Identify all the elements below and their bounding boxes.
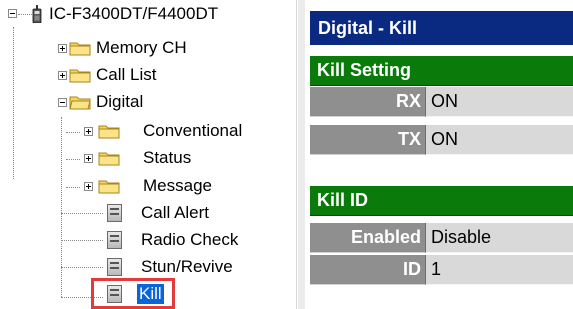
tree-connector-line [13,27,14,179]
property-label: RX [310,87,426,117]
rx-value-field[interactable]: ON [426,87,573,117]
navigation-tree[interactable]: IC-F3400DT/F4400DT Memory CH Call List D… [0,0,297,309]
tree-item-call-alert[interactable]: Call Alert [139,202,211,224]
tree-item-message[interactable]: Message [141,175,214,197]
folder-icon [69,69,91,83]
folder-icon [98,180,120,194]
tree-connector-line [18,14,32,15]
setting-page-icon [107,231,122,249]
tree-connector-line [61,267,103,268]
panel-title: Digital - Kill [310,11,573,45]
tree-item-label: Conventional [143,121,243,140]
property-label: ID [310,255,426,285]
tx-value-field[interactable]: ON [426,125,573,155]
id-value-field[interactable]: 1 [426,255,573,285]
setting-page-icon [107,258,122,276]
expand-toggle-icon[interactable] [84,154,93,163]
property-label: TX [310,125,426,155]
folder-icon [98,125,120,139]
property-panel: Digital - Kill Kill Setting RX ON TX ON … [305,0,573,309]
property-label: Enabled [310,223,426,253]
radio-device-icon [32,5,42,23]
tree-connector-line [61,240,103,241]
tree-item-conventional[interactable]: Conventional [141,120,244,142]
tree-root-node[interactable]: IC-F3400DT/F4400DT [47,3,220,25]
tree-item-label: Radio Check [141,230,239,249]
tree-item-digital[interactable]: Digital [94,91,145,113]
tree-connector-line [66,187,80,188]
tree-connector-line [61,117,62,297]
section-header-kill-id: Kill ID [310,186,573,216]
expand-toggle-icon[interactable] [84,127,93,136]
tree-item-label: Stun/Revive [141,257,233,276]
tree-connector-line [66,159,80,160]
expand-toggle-icon[interactable] [84,182,93,191]
tree-item-label: Digital [96,92,144,111]
tree-item-stun-revive[interactable]: Stun/Revive [139,256,235,278]
tree-item-label: Memory CH [96,38,187,57]
expand-toggle-icon[interactable] [58,44,67,53]
tree-item-label: Call Alert [141,203,210,222]
folder-icon [98,152,120,166]
tree-item-status[interactable]: Status [141,147,193,169]
folder-icon [69,42,91,56]
enabled-value-field[interactable]: Disable [426,223,573,253]
open-folder-icon [69,96,91,110]
tree-item-radio-check[interactable]: Radio Check [139,229,240,251]
collapse-toggle-icon[interactable] [58,98,67,107]
tree-item-label: Status [143,148,192,167]
tree-item-label: Call List [96,65,157,84]
tree-connector-line [66,132,80,133]
setting-page-icon [107,204,122,222]
highlight-box [91,278,175,309]
expand-toggle-icon[interactable] [58,71,67,80]
property-row-tx[interactable]: TX ON [310,125,573,155]
tree-connector-line [61,213,103,214]
property-row-enabled[interactable]: Enabled Disable [310,223,573,253]
property-row-rx[interactable]: RX ON [310,87,573,117]
property-row-id[interactable]: ID 1 [310,255,573,285]
tree-item-memory-ch[interactable]: Memory CH [94,37,189,59]
collapse-toggle-icon[interactable] [8,9,17,18]
tree-item-call-list[interactable]: Call List [94,64,158,86]
tree-root-label: IC-F3400DT/F4400DT [49,4,219,23]
tree-item-label: Message [143,176,212,195]
section-header-kill-setting: Kill Setting [310,56,573,86]
